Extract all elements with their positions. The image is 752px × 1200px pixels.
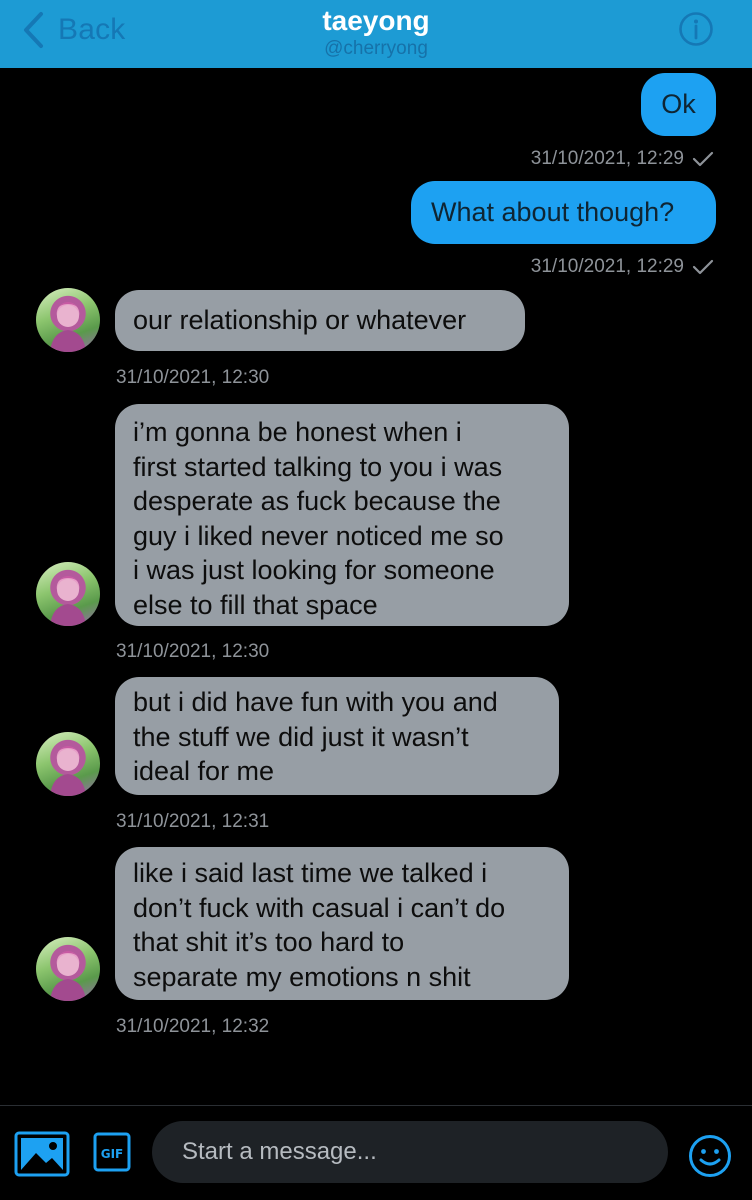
message-timestamp: 31/10/2021, 12:30 — [116, 367, 270, 388]
message-bubble-incoming[interactable]: but i did have fun with you and the stuf… — [115, 677, 559, 795]
message-timestamp: 31/10/2021, 12:31 — [116, 811, 270, 832]
contact-avatar[interactable] — [36, 937, 100, 1001]
dm-conversation-screen: Back taeyong @cherryong Ok 31/10/2021, 1… — [0, 0, 752, 1200]
contact-handle: @cherryong — [324, 38, 428, 59]
check-icon — [692, 259, 714, 281]
message-bubble-incoming[interactable]: i’m gonna be honest when i first started… — [115, 404, 569, 626]
contact-avatar[interactable] — [36, 562, 100, 626]
message-timestamp: 31/10/2021, 12:30 — [116, 641, 270, 662]
contact-avatar[interactable] — [36, 288, 100, 352]
gif-icon: GIF — [93, 1132, 131, 1172]
emoji-icon — [688, 1135, 732, 1182]
conversation-title[interactable]: taeyong @cherryong — [0, 4, 752, 60]
add-media-button[interactable] — [14, 1131, 70, 1177]
message-bubble-outgoing[interactable]: Ok — [641, 73, 716, 136]
info-button[interactable] — [678, 11, 713, 46]
message-bubble-incoming[interactable]: like i said last time we talked i don’t … — [115, 847, 569, 1000]
message-timestamp: 31/10/2021, 12:29 — [531, 256, 714, 281]
contact-avatar[interactable] — [36, 732, 100, 796]
message-bubble-incoming[interactable]: our relationship or whatever — [115, 290, 525, 351]
contact-name: taeyong — [322, 5, 430, 36]
info-icon — [678, 12, 714, 51]
gif-label: GIF — [101, 1147, 124, 1161]
message-input[interactable] — [152, 1121, 668, 1183]
message-timestamp: 31/10/2021, 12:29 — [531, 148, 714, 173]
message-composer: GIF — [0, 1105, 752, 1200]
conversation-header: Back taeyong @cherryong — [0, 0, 752, 68]
image-icon — [14, 1131, 70, 1181]
emoji-button[interactable] — [688, 1134, 732, 1178]
check-icon — [692, 151, 714, 173]
message-bubble-outgoing[interactable]: What about though? — [411, 181, 716, 244]
message-timestamp: 31/10/2021, 12:32 — [116, 1016, 270, 1037]
gif-button[interactable]: GIF — [93, 1132, 131, 1172]
